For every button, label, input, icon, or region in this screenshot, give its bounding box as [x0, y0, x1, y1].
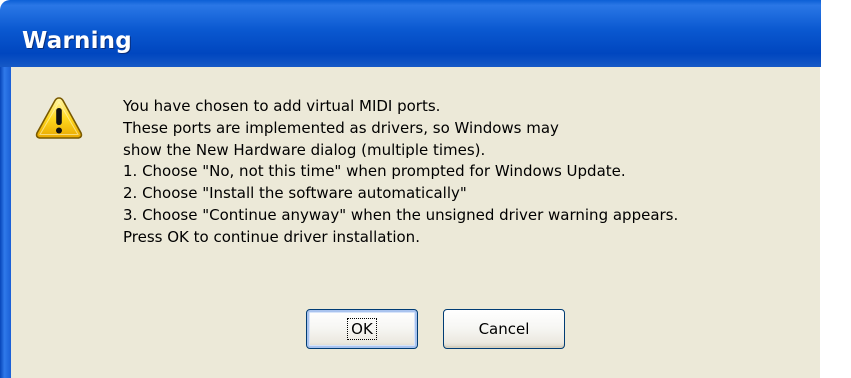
warning-icon: [35, 97, 83, 139]
message-line: 1. Choose "No, not this time" when promp…: [123, 162, 626, 181]
warning-dialog: Warning You have chosen to add virtual M…: [0, 0, 851, 378]
dialog-title: Warning: [22, 28, 132, 54]
dialog-body: You have chosen to add virtual MIDI port…: [11, 67, 820, 378]
message-text: You have chosen to add virtual MIDI port…: [123, 96, 678, 249]
window-edge-right: [820, 67, 851, 378]
message-line: These ports are implemented as drivers, …: [123, 118, 559, 137]
message-line: 3. Choose "Continue anyway" when the uns…: [123, 205, 679, 224]
cancel-button[interactable]: Cancel: [443, 309, 565, 349]
window-frame-left: [0, 67, 11, 378]
ok-button-label: OK: [347, 318, 377, 340]
cancel-button-label: Cancel: [478, 320, 530, 338]
message-line: Press OK to continue driver installation…: [123, 227, 420, 246]
message-line: You have chosen to add virtual MIDI port…: [123, 97, 441, 115]
message-line: 2. Choose "Install the software automati…: [123, 184, 467, 203]
title-bar[interactable]: Warning: [0, 0, 851, 67]
ok-button[interactable]: OK: [306, 309, 418, 349]
message-line: show the New Hardware dialog (multiple t…: [123, 140, 486, 159]
